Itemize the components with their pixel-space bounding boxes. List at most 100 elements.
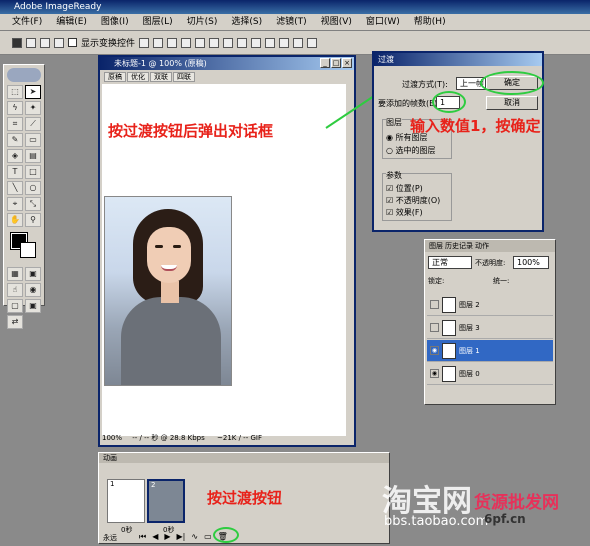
- frame-1-delay[interactable]: 0秒: [121, 525, 132, 535]
- opacity-checkbox[interactable]: ☑ 不透明度(O): [386, 195, 440, 206]
- lock-label: 锁定:: [428, 277, 445, 285]
- layer-visibility-eye-icon[interactable]: ◉: [430, 369, 439, 378]
- feather-logo-icon: [7, 68, 41, 82]
- loop-select[interactable]: 永远: [103, 533, 117, 543]
- close-button[interactable]: ×: [342, 58, 352, 68]
- tab-original[interactable]: 原稿: [104, 72, 126, 82]
- animation-frame-2[interactable]: 2: [147, 479, 185, 523]
- arrange-icon[interactable]: [307, 37, 318, 48]
- effects-checkbox[interactable]: ☑ 效果(F): [386, 207, 423, 218]
- auto-select-icon[interactable]: [26, 37, 36, 48]
- align-bottom-icon[interactable]: [167, 37, 178, 48]
- tween-icon[interactable]: ∿: [191, 532, 198, 542]
- line-tool-icon[interactable]: ╲: [7, 181, 23, 195]
- type-tool-icon[interactable]: T: [7, 165, 23, 179]
- pointer-plus-icon[interactable]: [54, 37, 64, 48]
- minimize-button[interactable]: _: [320, 58, 330, 68]
- move-tool-icon[interactable]: ➤: [25, 85, 41, 99]
- gradient-tool-icon[interactable]: ▤: [25, 149, 41, 163]
- menu-view[interactable]: 视图(V): [321, 14, 352, 30]
- blend-mode-select[interactable]: 正常: [428, 256, 472, 269]
- layer-visibility-eye-icon[interactable]: ◉: [430, 346, 439, 355]
- image-map-toggle-icon[interactable]: ▦: [7, 267, 23, 281]
- eraser-tool-icon[interactable]: ▭: [25, 133, 41, 147]
- maximize-button[interactable]: □: [331, 58, 341, 68]
- menu-help[interactable]: 帮助(H): [414, 14, 446, 30]
- layer-row[interactable]: ◉ 图层 0: [427, 363, 553, 385]
- menu-slice[interactable]: 切片(S): [187, 14, 218, 30]
- menu-select[interactable]: 选择(S): [231, 14, 262, 30]
- next-frame-icon[interactable]: ▶|: [177, 532, 186, 542]
- tab-optimized[interactable]: 优化: [127, 72, 149, 82]
- marquee-tool-icon[interactable]: ⬚: [7, 85, 23, 99]
- distribute-right-icon[interactable]: [293, 37, 304, 48]
- status-zoom[interactable]: 100%: [102, 434, 122, 442]
- brush-tool-icon[interactable]: ✎: [7, 133, 23, 147]
- selected-layers-radio[interactable]: ○ 选中的图层: [386, 145, 436, 156]
- tab-actions[interactable]: 动作: [475, 240, 489, 252]
- tween-button-highlight-ring: [213, 527, 239, 543]
- tab-history[interactable]: 历史记录: [445, 240, 473, 252]
- align-top-icon[interactable]: [139, 37, 150, 48]
- show-transform-checkbox[interactable]: [68, 38, 77, 47]
- paint-bucket-tool-icon[interactable]: ◈: [7, 149, 23, 163]
- rectangle-tool-icon[interactable]: □: [25, 165, 41, 179]
- pointer-icon[interactable]: [40, 37, 50, 48]
- hotspot-tool-icon[interactable]: ⌖: [7, 197, 23, 211]
- lasso-tool-icon[interactable]: ϟ: [7, 101, 23, 115]
- position-checkbox[interactable]: ☑ 位置(P): [386, 183, 423, 194]
- distribute-top-icon[interactable]: [223, 37, 234, 48]
- view-tabs: 原稿 优化 双联 四联: [100, 70, 354, 82]
- new-frame-icon[interactable]: ▭: [204, 532, 212, 542]
- tab-4up[interactable]: 四联: [173, 72, 195, 82]
- play-icon[interactable]: ▶: [164, 532, 170, 542]
- tab-layers[interactable]: 图层: [429, 240, 443, 252]
- move-tool-icon[interactable]: [12, 37, 22, 48]
- zoom-tool-icon[interactable]: ⚲: [25, 213, 41, 227]
- hand-tool-icon[interactable]: ✋: [7, 213, 23, 227]
- animation-tab-label[interactable]: 动画: [103, 454, 117, 462]
- document-canvas[interactable]: 按过渡按钮后弹出对话框: [102, 84, 346, 436]
- cancel-button[interactable]: 取消: [486, 96, 538, 110]
- crop-tool-icon[interactable]: ⌗: [7, 117, 23, 131]
- distribute-left-icon[interactable]: [265, 37, 276, 48]
- layer-visibility-icon[interactable]: [430, 323, 439, 332]
- align-right-icon[interactable]: [209, 37, 220, 48]
- slice-tool-icon[interactable]: ⟋: [25, 117, 41, 131]
- menu-filter[interactable]: 滤镜(T): [276, 14, 307, 30]
- align-center-icon[interactable]: [195, 37, 206, 48]
- rollover-preview-icon[interactable]: ☝: [7, 283, 23, 297]
- ellipse-tool-icon[interactable]: ○: [25, 181, 41, 195]
- opacity-input[interactable]: 100%: [513, 256, 549, 269]
- distribute-middle-icon[interactable]: [237, 37, 248, 48]
- frames-highlight-ring: [432, 91, 466, 113]
- annotation-enter-value: 输入数值1，按确定: [410, 117, 541, 135]
- animation-frame-1[interactable]: 1: [107, 479, 145, 523]
- document-status-bar: 100% -- / -- 秒 @ 28.8 Kbps ~21K / -- GIF: [102, 433, 352, 443]
- layer-row[interactable]: 图层 3: [427, 317, 553, 339]
- menu-file[interactable]: 文件(F): [12, 14, 42, 30]
- magic-wand-tool-icon[interactable]: ✦: [25, 101, 41, 115]
- eyedropper-tool-icon[interactable]: ⤡: [25, 197, 41, 211]
- jump-to-photoshop-icon[interactable]: ⇄: [7, 315, 23, 329]
- first-frame-icon[interactable]: ⏮: [139, 532, 146, 542]
- slice-visibility-icon[interactable]: ▣: [25, 267, 41, 281]
- align-middle-icon[interactable]: [153, 37, 164, 48]
- menu-window[interactable]: 窗口(W): [366, 14, 400, 30]
- screen-mode-icon[interactable]: ▢: [7, 299, 23, 313]
- menu-layer[interactable]: 图层(L): [143, 14, 173, 30]
- layer-row[interactable]: 图层 2: [427, 294, 553, 316]
- full-screen-icon[interactable]: ▣: [25, 299, 41, 313]
- menu-edit[interactable]: 编辑(E): [56, 14, 87, 30]
- tab-2up[interactable]: 双联: [150, 72, 172, 82]
- layer-visibility-icon[interactable]: [430, 300, 439, 309]
- prev-frame-icon[interactable]: ◀: [152, 532, 158, 542]
- distribute-center-icon[interactable]: [279, 37, 290, 48]
- distribute-bottom-icon[interactable]: [251, 37, 262, 48]
- frame-2-number: 2: [151, 481, 156, 489]
- menu-image[interactable]: 图像(I): [101, 14, 129, 30]
- background-color-swatch[interactable]: [20, 242, 36, 258]
- preview-browser-icon[interactable]: ◉: [25, 283, 41, 297]
- align-left-icon[interactable]: [181, 37, 192, 48]
- layer-row-selected[interactable]: ◉ 图层 1: [427, 340, 553, 362]
